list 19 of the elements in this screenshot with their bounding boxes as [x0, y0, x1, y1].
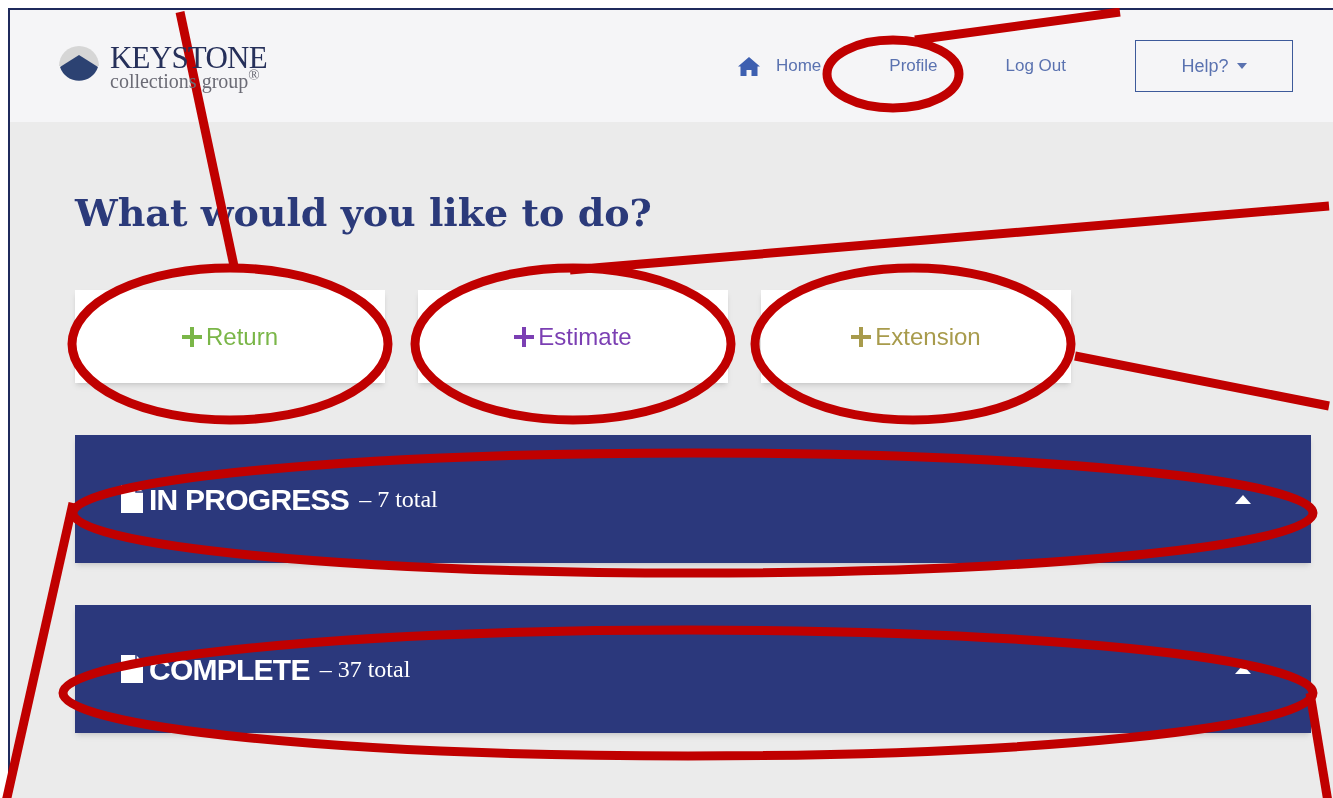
section-header-bar[interactable]: IN PROGRESS – 7 total — [75, 435, 1311, 563]
help-dropdown-button[interactable]: Help? — [1135, 40, 1293, 92]
caret-up-icon — [1235, 494, 1251, 504]
plus-icon — [181, 326, 202, 347]
add-action-button[interactable]: Estimate — [418, 290, 728, 383]
add-action-button[interactable]: Extension — [761, 290, 1071, 383]
caret-down-icon — [1236, 63, 1247, 69]
add-action-button[interactable]: Return — [75, 290, 385, 383]
nav-link[interactable]: Home — [737, 53, 822, 79]
section-header-bar[interactable]: COMPLETE – 37 total — [75, 605, 1311, 733]
nav-link[interactable]: Profile — [889, 53, 938, 79]
plus-icon — [514, 326, 535, 347]
nav-link[interactable]: Log Out — [1005, 53, 1066, 79]
section-count: – 37 total — [319, 655, 411, 684]
home-icon — [737, 56, 760, 76]
section-title: IN PROGRESS — [149, 481, 350, 518]
plus-icon — [851, 326, 872, 347]
section-title: COMPLETE — [149, 651, 310, 688]
section-count: – 7 total — [359, 485, 438, 514]
